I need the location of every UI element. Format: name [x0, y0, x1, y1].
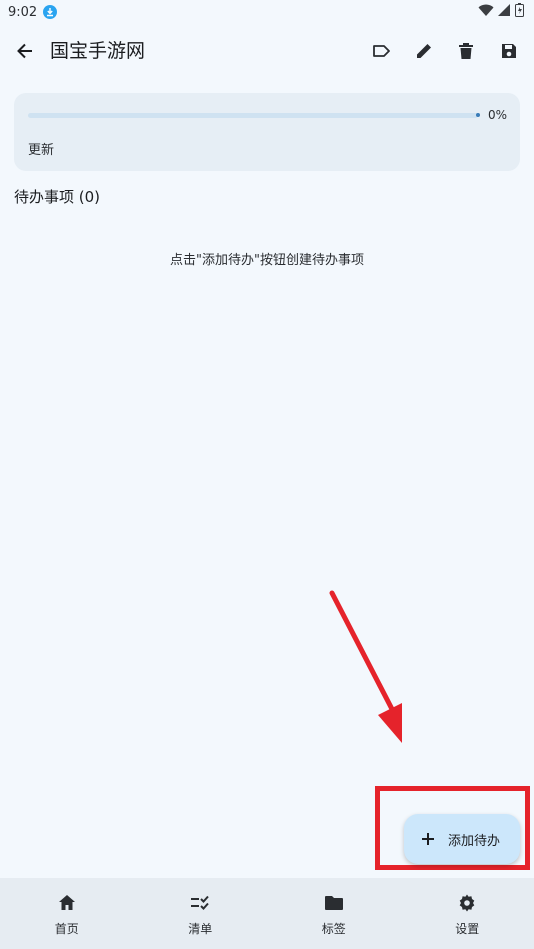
label-button[interactable]: [368, 38, 394, 64]
wifi-icon: [478, 4, 494, 21]
battery-icon: [515, 3, 524, 21]
page-title: 国宝手游网: [50, 40, 146, 62]
empty-state-hint: 点击"添加待办"按钮创建待办事项: [170, 253, 364, 268]
edit-button[interactable]: [411, 38, 437, 64]
home-icon: [56, 892, 78, 914]
gear-icon: [456, 892, 478, 914]
save-icon: [502, 44, 516, 58]
nav-label-settings: 设置: [455, 922, 480, 936]
nav-label-checklist: 清单: [188, 922, 213, 936]
pencil-icon: [417, 44, 431, 58]
annotation-arrow: [329, 590, 402, 743]
status-time: 9:02: [8, 4, 38, 20]
folder-icon: [323, 892, 345, 914]
nav-label-home: 首页: [54, 922, 79, 936]
delete-button[interactable]: [453, 38, 479, 64]
progress-bar: [28, 113, 478, 118]
progress-percent: 0%: [488, 108, 508, 122]
signal-icon: [498, 3, 511, 21]
nav-item-tags[interactable]: 标签: [267, 878, 401, 949]
trash-icon: [459, 43, 473, 59]
update-button[interactable]: 更新: [28, 139, 54, 158]
nav-item-checklist[interactable]: 清单: [134, 878, 268, 949]
download-icon: [43, 5, 58, 19]
status-bar: 9:02: [0, 0, 534, 24]
checklist-icon: [189, 892, 211, 914]
add-todo-label: 添加待办: [448, 833, 501, 849]
nav-item-settings[interactable]: 设置: [401, 878, 534, 949]
app-bar: 国宝手游网: [0, 26, 534, 74]
progress-indicator: [476, 113, 480, 117]
plus-icon: [422, 833, 434, 845]
back-arrow-icon: [17, 43, 32, 59]
label-icon: [373, 45, 390, 57]
todo-section-header: 待办事项 (0): [14, 188, 101, 206]
nav-item-home[interactable]: 首页: [0, 878, 134, 949]
save-button[interactable]: [496, 38, 522, 64]
add-todo-button[interactable]: 添加待办: [404, 814, 520, 864]
nav-label-tags: 标签: [321, 922, 346, 936]
progress-card: 0% 更新: [14, 93, 520, 171]
bottom-navigation: 首页 清单 标签 设置: [0, 878, 534, 949]
back-button[interactable]: [12, 38, 38, 64]
